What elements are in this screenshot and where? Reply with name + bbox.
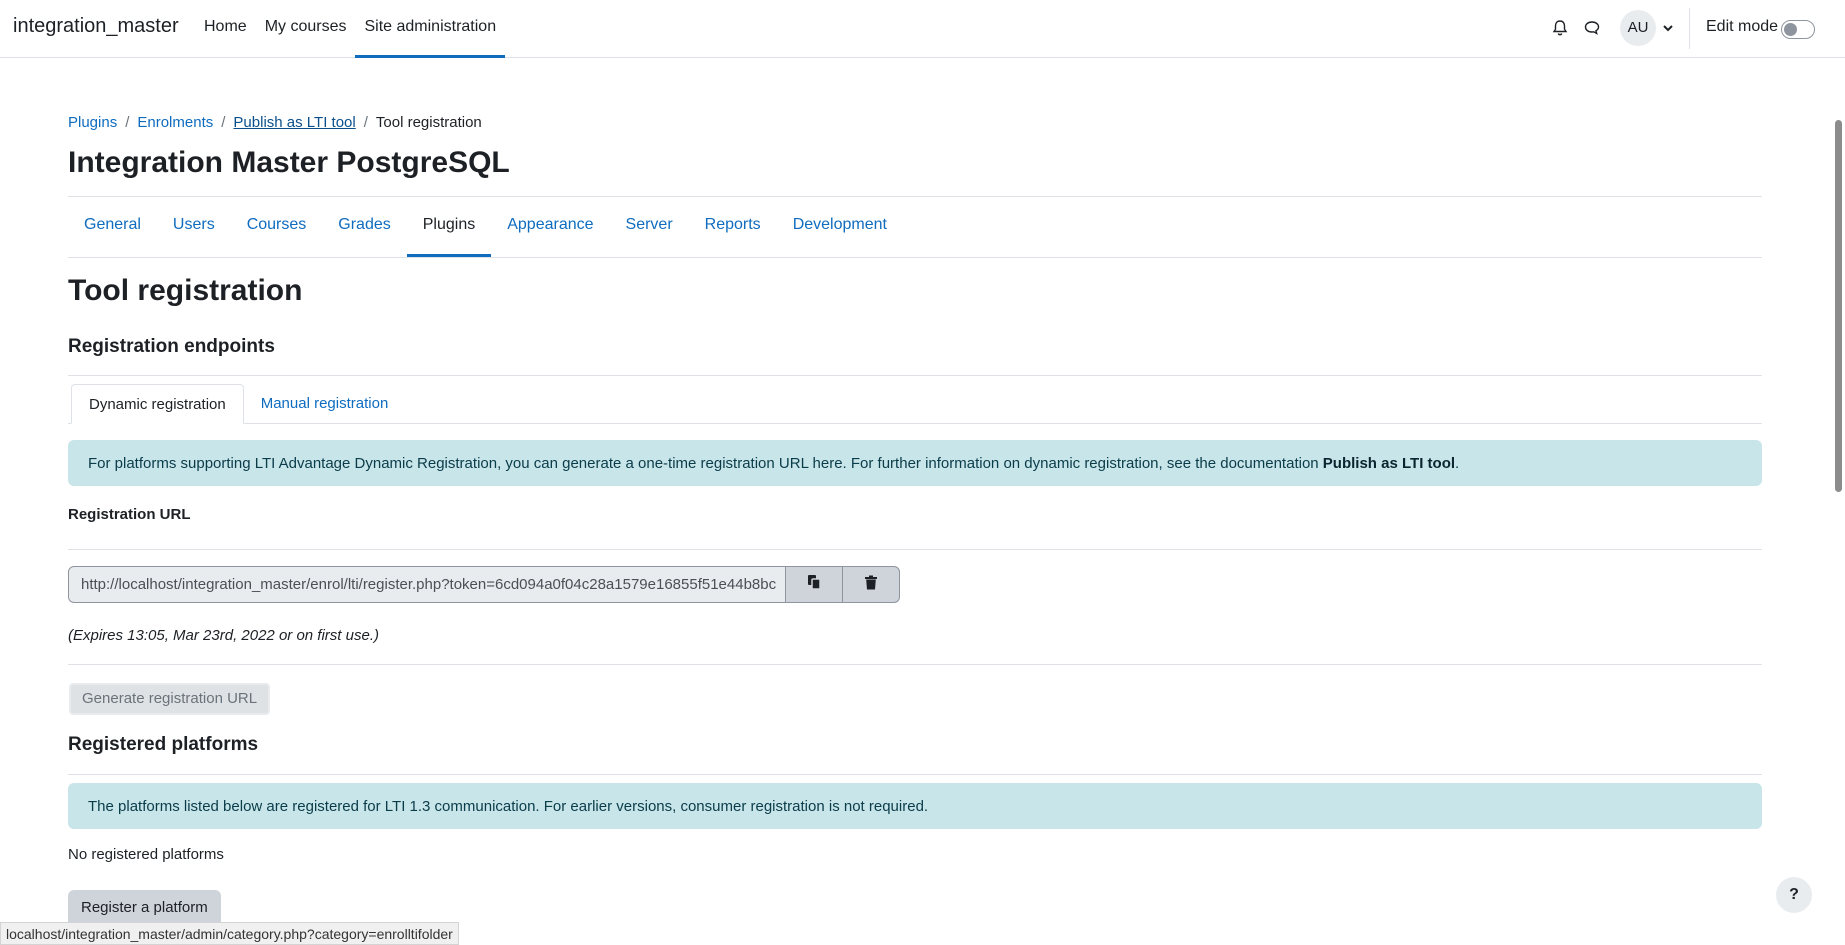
tab-server[interactable]: Server xyxy=(610,197,689,257)
divider xyxy=(68,774,1762,775)
breadcrumb-enrolments[interactable]: Enrolments xyxy=(137,114,213,131)
registration-url-label: Registration URL xyxy=(68,506,191,523)
info-doc-link[interactable]: Publish as LTI tool xyxy=(1323,455,1455,472)
tab-general[interactable]: General xyxy=(68,197,157,257)
breadcrumb-plugins[interactable]: Plugins xyxy=(68,114,117,131)
tab-development[interactable]: Development xyxy=(777,197,903,257)
url-expiry-note: (Expires 13:05, Mar 23rd, 2022 or on fir… xyxy=(68,627,379,644)
registration-url-group: http://localhost/integration_master/enro… xyxy=(68,566,900,603)
tab-plugins[interactable]: Plugins xyxy=(406,197,492,257)
breadcrumb-separator: / xyxy=(363,114,368,131)
breadcrumb: Plugins / Enrolments / Publish as LTI to… xyxy=(68,114,482,131)
status-bar-url: localhost/integration_master/admin/categ… xyxy=(0,922,459,945)
breadcrumb-separator: / xyxy=(221,114,226,131)
copy-icon xyxy=(806,574,822,595)
nav-link-my-courses[interactable]: My courses xyxy=(256,0,356,58)
registered-platforms-info-alert: The platforms listed below are registere… xyxy=(68,783,1762,829)
scrollbar-thumb[interactable] xyxy=(1835,120,1842,492)
divider xyxy=(68,257,1762,258)
tab-reports[interactable]: Reports xyxy=(689,197,777,257)
toggle-knob xyxy=(1784,23,1797,36)
tab-dynamic-registration[interactable]: Dynamic registration xyxy=(71,384,244,424)
chevron-down-icon[interactable] xyxy=(1661,20,1675,34)
tab-appearance[interactable]: Appearance xyxy=(491,197,609,257)
dynamic-registration-info-alert: For platforms supporting LTI Advantage D… xyxy=(68,440,1762,486)
delete-url-button[interactable] xyxy=(843,566,900,603)
tabs-baseline xyxy=(68,423,1762,424)
primary-navigation: Home My courses Site administration xyxy=(195,0,506,58)
registration-url-field[interactable]: http://localhost/integration_master/enro… xyxy=(68,566,786,603)
divider xyxy=(68,549,1762,550)
breadcrumb-separator: / xyxy=(125,114,130,131)
tab-manual-registration[interactable]: Manual registration xyxy=(244,384,406,424)
registered-platforms-heading: Registered platforms xyxy=(68,734,259,755)
generate-registration-url-button[interactable]: Generate registration URL xyxy=(69,683,271,715)
trash-icon xyxy=(864,575,878,595)
tab-users[interactable]: Users xyxy=(157,197,231,257)
site-brand[interactable]: integration_master xyxy=(13,15,179,38)
no-platforms-text: No registered platforms xyxy=(68,846,224,863)
page-title: Integration Master PostgreSQL xyxy=(68,146,510,179)
divider xyxy=(68,375,1762,376)
navbar-divider xyxy=(1689,8,1690,49)
registration-tabs: Dynamic registration Manual registration xyxy=(71,384,405,424)
breadcrumb-current: Tool registration xyxy=(375,114,482,131)
divider xyxy=(68,664,1762,665)
page-scrollbar[interactable] xyxy=(1832,58,1845,945)
bell-icon[interactable] xyxy=(1550,18,1570,38)
copy-url-button[interactable] xyxy=(786,566,843,603)
edit-mode-label: Edit mode xyxy=(1706,18,1779,35)
tab-grades[interactable]: Grades xyxy=(322,197,406,257)
tool-registration-heading: Tool registration xyxy=(68,274,303,307)
top-navbar: integration_master Home My courses Site … xyxy=(0,0,1845,58)
user-avatar[interactable]: AU xyxy=(1620,10,1656,46)
chat-icon[interactable] xyxy=(1582,18,1602,38)
registration-endpoints-heading: Registration endpoints xyxy=(68,336,275,357)
nav-link-site-administration[interactable]: Site administration xyxy=(355,0,506,58)
info-text: For platforms supporting LTI Advantage D… xyxy=(88,454,1460,472)
help-button[interactable]: ? xyxy=(1776,877,1812,913)
platforms-info-text: The platforms listed below are registere… xyxy=(88,797,929,815)
edit-mode-toggle[interactable] xyxy=(1781,20,1815,39)
nav-link-home[interactable]: Home xyxy=(195,0,256,58)
tab-courses[interactable]: Courses xyxy=(231,197,323,257)
breadcrumb-publish-as-lti-tool[interactable]: Publish as LTI tool xyxy=(233,114,355,131)
secondary-navigation: General Users Courses Grades Plugins App… xyxy=(68,197,903,257)
